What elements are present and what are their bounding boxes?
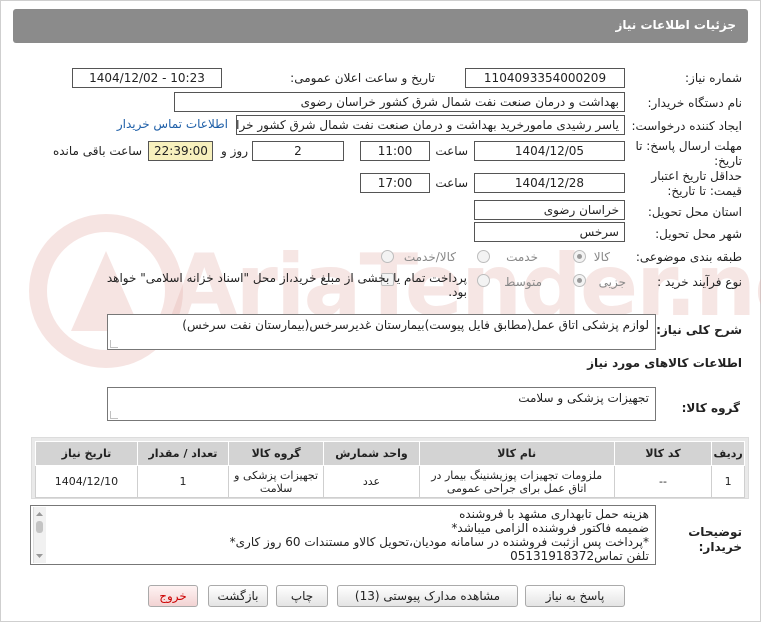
reply-deadline-date: 1404/12/05 (474, 141, 625, 161)
cell-row: 1 (711, 465, 745, 498)
cell-code: -- (613, 465, 713, 498)
cell-group: تجهیزات پزشکی و سلامت (227, 465, 325, 498)
buyer-notes-label-1: توضیحات (688, 525, 742, 539)
reply-deadline-label-2: تاریخ: (714, 154, 742, 168)
description-label: شرح کلی نیاز: (656, 323, 742, 337)
page-frame: AriaTender.neT جزئیات اطلاعات نیاز شماره… (0, 0, 761, 622)
buyer-org-label: نام دستگاه خریدار: (647, 96, 743, 110)
category-radio-goods-service[interactable] (381, 250, 394, 263)
days-label: روز و (221, 144, 248, 158)
notes-scrollbar[interactable] (33, 507, 46, 563)
need-number-label: شماره نیاز: (685, 71, 742, 85)
reply-deadline-label-1: مهلت ارسال پاسخ: تا (635, 139, 742, 153)
reply-deadline-time: 11:00 (360, 141, 430, 161)
need-number-value: 1104093354000209 (465, 68, 625, 88)
process-option-medium: متوسط (504, 275, 542, 289)
process-option-minor: جزیی (598, 275, 626, 289)
back-button[interactable]: بازگشت (208, 585, 268, 607)
delivery-province-value: خراسان رضوی (474, 200, 625, 220)
buyer-notes-label-2: خریدار: (698, 540, 742, 554)
goods-info-title: اطلاعات کالاهای مورد نیاز (587, 356, 742, 370)
scroll-arrows-icon (36, 512, 43, 558)
delivery-city-label: شهر محل تحویل: (655, 227, 742, 241)
print-button[interactable]: چاپ (276, 585, 328, 607)
delivery-province-label: استان محل تحویل: (647, 205, 742, 219)
resize-grip-icon[interactable] (110, 411, 118, 419)
reply-deadline-time-label: ساعت (435, 144, 468, 158)
resize-grip-icon[interactable] (110, 340, 118, 348)
col-qty: تعداد / مقدار (136, 441, 229, 466)
buyer-notes-textarea[interactable]: هزینه حمل تابهداری مشهد با فروشنده ضمیمه… (30, 505, 656, 565)
cell-name: ملزومات تجهیزات پوزیشنینگ بیمار در اتاق … (418, 465, 615, 498)
description-textarea[interactable]: لوازم پزشکی اتاق عمل(مطابق فایل پیوست)بی… (107, 314, 656, 350)
col-unit: واحد شمارش (323, 441, 420, 466)
items-table-header-row: ردیف کد کالا نام کالا واحد شمارش گروه کا… (35, 441, 745, 466)
col-group: گروه کالا (227, 441, 325, 466)
cell-unit: عدد (323, 465, 420, 498)
col-code: کد کالا (613, 441, 713, 466)
items-table: ردیف کد کالا نام کالا واحد شمارش گروه کا… (35, 441, 745, 498)
category-option-goods: کالا (593, 250, 610, 264)
process-radio-medium[interactable] (477, 274, 490, 287)
price-validity-date: 1404/12/28 (474, 173, 625, 193)
price-validity-time: 17:00 (360, 173, 430, 193)
category-label: طبقه بندی موضوعی: (635, 250, 742, 264)
process-radio-minor[interactable] (573, 274, 586, 287)
reply-button[interactable]: پاسخ به نیاز (525, 585, 625, 607)
price-validity-label-1: حداقل تاریخ اعتبار (651, 169, 742, 183)
goods-group-text: تجهیزات پزشکی و سلامت (518, 391, 649, 405)
buyer-contact-link[interactable]: اطلاعات تماس خریدار (117, 117, 228, 131)
category-option-goods-service: کالا/خدمت (403, 250, 456, 264)
announce-label: تاریخ و ساعت اعلان عمومی: (290, 71, 435, 85)
page-title: جزئیات اطلاعات نیاز (615, 18, 736, 32)
notes-line: *پرداخت پس ازثبت فروشنده در سامانه مودیا… (229, 535, 649, 549)
buyer-org-value: بهداشت و درمان صنعت نفت شمال شرق کشور خر… (174, 92, 625, 112)
category-radio-goods[interactable] (573, 250, 586, 263)
category-radio-service[interactable] (477, 250, 490, 263)
exit-button[interactable]: خروج (148, 585, 198, 607)
price-validity-time-label: ساعت (435, 176, 468, 190)
notes-line: تلفن تماس05131918372 (510, 549, 649, 563)
requester-value: یاسر رشیدی مامورخرید بهداشت و درمان صنعت… (236, 115, 625, 135)
table-row[interactable]: 1 -- ملزومات تجهیزات پوزیشنینگ بیمار در … (35, 465, 745, 498)
delivery-city-value: سرخس (474, 222, 625, 242)
notes-line: ضمیمه فاکتور فروشنده الزامی میباشد* (451, 521, 649, 535)
announce-value: 1404/12/02 - 10:23 (72, 68, 222, 88)
page-header: جزئیات اطلاعات نیاز (13, 9, 748, 43)
price-validity-label-2: قیمت: تا تاریخ: (667, 184, 742, 198)
attachments-button[interactable]: مشاهده مدارک پیوستی (13) (337, 585, 518, 607)
process-label: نوع فرآیند خرید : (657, 275, 742, 289)
col-row: ردیف (711, 441, 745, 466)
description-text: لوازم پزشکی اتاق عمل(مطابق فایل پیوست)بی… (182, 318, 649, 332)
col-date: تاریخ نیاز (35, 441, 138, 466)
requester-label: ایجاد کننده درخواست: (631, 119, 742, 133)
cell-qty: 1 (136, 465, 229, 498)
reply-deadline-days: 2 (252, 141, 344, 161)
goods-group-label: گروه کالا: (681, 401, 740, 415)
remaining-label: ساعت باقی مانده (52, 144, 142, 158)
cell-date: 1404/12/10 (35, 465, 138, 498)
goods-group-textarea[interactable]: تجهیزات پزشکی و سلامت (107, 387, 656, 421)
notes-line: هزینه حمل تابهداری مشهد با فروشنده (459, 507, 649, 521)
col-name: نام کالا (418, 441, 615, 466)
remaining-time: 22:39:00 (148, 141, 213, 161)
category-option-service: خدمت (506, 250, 538, 264)
treasury-text: پرداخت تمام یا بخشی از مبلغ خرید،از محل … (106, 271, 467, 299)
